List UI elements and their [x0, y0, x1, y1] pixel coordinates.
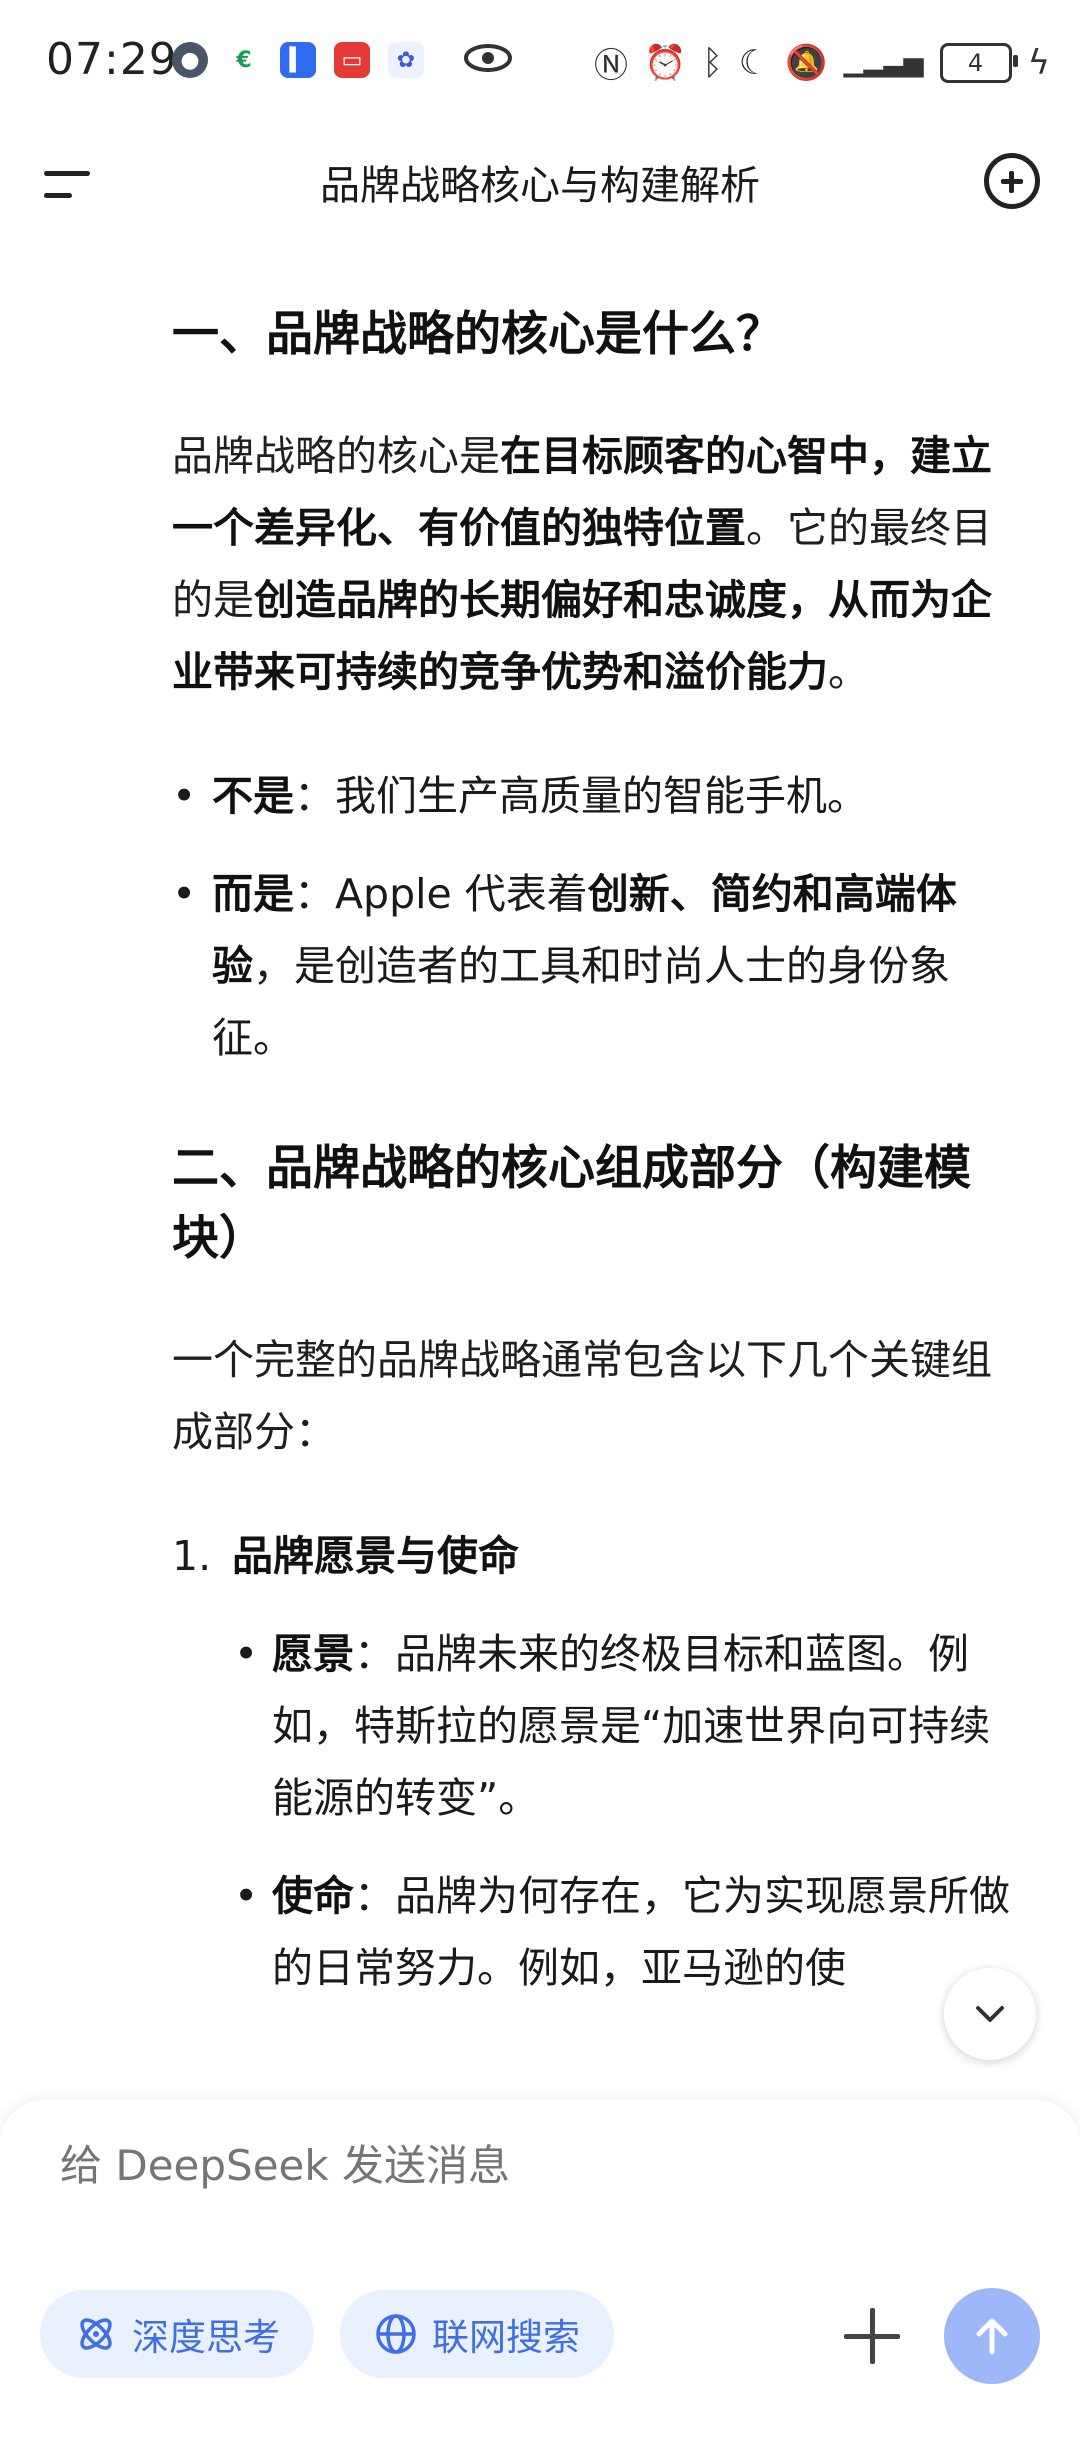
deep-think-label: 深度思考: [132, 2316, 280, 2359]
bold-span: 创造品牌的长期偏好和忠诚度，从而为企业带来可持续的竞争优势和溢价能力: [172, 576, 992, 696]
section2-heading: 二、品牌战略的核心组成部分（构建模块）: [172, 1141, 971, 1266]
bullet-text: ：我们生产高质量的智能手机。: [294, 772, 868, 820]
section1-heading: 一、品牌战略的核心是什么？: [172, 307, 783, 362]
bullet-but: 而是：Apple 代表着创新、简约和高端体验，是创造者的工具和时尚人士的身份象征…: [172, 858, 1022, 1074]
attach-button[interactable]: [844, 2308, 900, 2364]
bullet-text: ，是创造者的工具和时尚人士的身份象征。: [212, 942, 950, 1062]
sub-label: 愿景: [272, 1630, 354, 1678]
chevron-down-icon: [976, 2006, 1004, 2022]
battery-icon: 4: [939, 42, 1018, 83]
section1-paragraph: 品牌战略的核心是在目标顾客的心智中，建立一个差异化、有价值的独特位置。它的最终目…: [172, 420, 1022, 708]
sub-text: ：品牌为何存在，它为实现愿景所做的日常努力。例如，亚马逊的使: [272, 1872, 1010, 1992]
section2-intro: 一个完整的品牌战略通常包含以下几个关键组成部分：: [172, 1336, 992, 1456]
globe-icon: [376, 2314, 416, 2354]
sub-text: ：品牌未来的终极目标和蓝图。例如，特斯拉的愿景是“加速世界向可持续能源的转变”。: [272, 1630, 991, 1822]
status-bar: 07:29 ● € ▍ ▭ ✿ Ⓝ ⏰ ᛒ ☾ 🔕 ▁▂▃▅ 4 ϟ: [0, 0, 1080, 120]
message-content: 一、品牌战略的核心是什么？ 品牌战略的核心是在目标顾客的心智中，建立一个差异化、…: [172, 300, 1022, 2030]
bullet-label: 而是: [212, 870, 294, 918]
sub-label: 使命: [272, 1872, 354, 1920]
sub-bullet-vision: 愿景：品牌未来的终极目标和蓝图。例如，特斯拉的愿景是“加速世界向可持续能源的转变…: [172, 1618, 1022, 1834]
payment-app-icon: €: [236, 47, 252, 73]
numbered-item-1: 1. 品牌愿景与使命: [172, 1520, 1022, 1592]
notification-icons: ● € ▍ ▭ ✿: [172, 40, 514, 80]
web-search-label: 联网搜索: [432, 2316, 580, 2359]
charging-icon: ϟ: [1027, 42, 1050, 83]
mute-icon: 🔕: [785, 42, 828, 83]
bullet-not: 不是：我们生产高质量的智能手机。: [172, 760, 1022, 832]
signal-icon: ▁▂▃▅: [843, 47, 924, 78]
item-title: 品牌愿景与使命: [232, 1532, 519, 1580]
battery-level: 4: [967, 48, 984, 77]
bullet-text: ：Apple 代表着: [294, 870, 588, 918]
web-search-toggle[interactable]: 联网搜索: [340, 2290, 614, 2378]
avatar-icon: ●: [172, 42, 208, 78]
baidu-app-icon: ✿: [388, 42, 424, 78]
app-header: 品牌战略核心与构建解析: [0, 125, 1080, 235]
text-span: 。: [828, 648, 869, 696]
bullet-label: 不是: [212, 772, 294, 820]
moon-icon: ☾: [738, 42, 770, 83]
red-app-icon: ▭: [334, 42, 370, 78]
conversation-title[interactable]: 品牌战略核心与构建解析: [0, 153, 1080, 211]
alarm-icon: ⏰: [644, 42, 687, 83]
nfc-icon: Ⓝ: [594, 46, 628, 86]
voice-app-icon: ▍: [280, 42, 316, 78]
arrow-up-icon: [976, 2318, 1008, 2355]
message-composer: 深度思考 联网搜索: [0, 2100, 1080, 2440]
text-span: 品牌战略的核心是: [172, 432, 500, 480]
status-time: 07:29: [46, 34, 178, 85]
new-chat-button[interactable]: [984, 153, 1040, 209]
deep-think-toggle[interactable]: 深度思考: [40, 2290, 314, 2378]
sub-bullet-mission: 使命：品牌为何存在，它为实现愿景所做的日常努力。例如，亚马逊的使: [172, 1860, 1022, 2004]
send-button[interactable]: [944, 2288, 1040, 2384]
scroll-to-bottom-button[interactable]: [944, 1968, 1036, 2060]
atom-icon: [80, 2318, 112, 2350]
item-number: 1.: [172, 1532, 212, 1580]
system-icons: Ⓝ ⏰ ᛒ ☾ 🔕 ▁▂▃▅ 4 ϟ: [594, 38, 1050, 87]
bluetooth-icon: ᛒ: [702, 42, 723, 83]
message-input[interactable]: [58, 2140, 962, 2191]
eye-icon: [462, 40, 514, 80]
